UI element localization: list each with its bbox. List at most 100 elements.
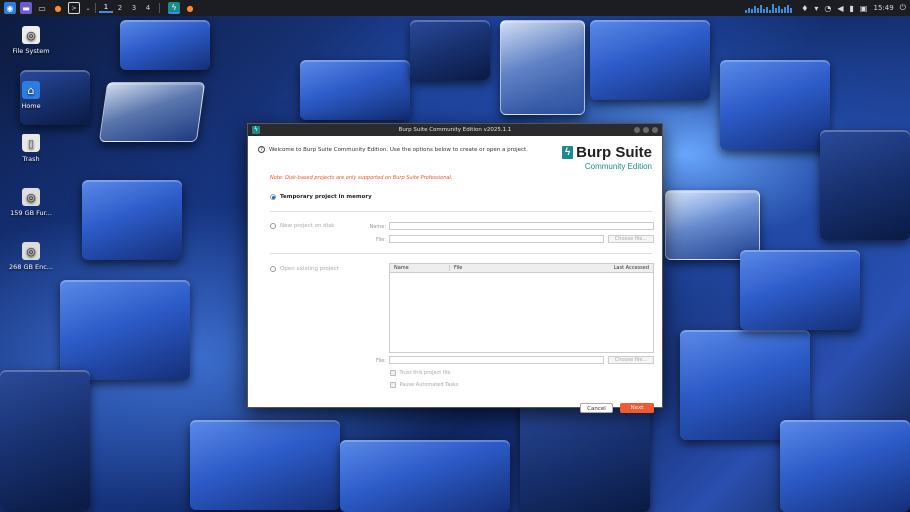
file-label: File: [375, 237, 386, 243]
radio-temporary-project[interactable]: Temporary project in memory [270, 194, 372, 200]
burp-startup-dialog: ϟ Burp Suite Community Edition v2025.1.1… [247, 123, 663, 413]
desktop-item-volume-268[interactable]: ◎ 268 GB Enc... [1, 242, 61, 271]
welcome-text: Welcome to Burp Suite Community Edition.… [269, 146, 528, 153]
taskbar-divider [95, 3, 96, 13]
wallpaper-cube [0, 370, 90, 510]
desktop-item-label: Home [21, 102, 41, 110]
desktop-item-label: File System [12, 47, 50, 55]
radio-dot [270, 223, 276, 229]
notification-icon[interactable]: ♦ [801, 4, 808, 13]
checkbox-label: Pause Automated Tasks [399, 382, 459, 388]
app-menu-icon[interactable]: ◉ [4, 2, 16, 14]
home-folder-icon: ⌂ [22, 81, 40, 99]
column-header-name[interactable]: Name [390, 265, 450, 271]
column-header-last-accessed[interactable]: Last Accessed [603, 265, 653, 271]
battery-icon[interactable]: ▮ [850, 4, 854, 13]
volume-icon[interactable]: ◀ [837, 4, 843, 13]
separator [270, 211, 652, 212]
taskbar-divider [159, 3, 160, 13]
wallpaper-cube [820, 130, 910, 240]
radio-label: Open existing project [280, 266, 339, 272]
wallpaper-cube [740, 250, 860, 330]
table-header: Name File Last Accessed [390, 264, 653, 273]
desktop-icon[interactable]: ▬ [20, 2, 32, 14]
wallpaper-cube [780, 420, 910, 512]
name-label: Name: [369, 224, 386, 230]
wallpaper-cube [82, 180, 182, 260]
desktop-item-label: Trash [22, 155, 40, 163]
radio-open-existing[interactable]: Open existing project [270, 266, 339, 272]
burp-suite-task-icon[interactable]: ϟ [168, 2, 180, 14]
file-label: File: [375, 358, 386, 364]
separator [270, 253, 652, 254]
radio-new-project[interactable]: New project on disk [270, 223, 334, 229]
burp-logo-icon: ϟ [562, 146, 574, 159]
recent-projects-table[interactable]: Name File Last Accessed [389, 263, 654, 353]
drive-icon: ◎ [22, 26, 40, 44]
dialog-titlebar[interactable]: ϟ Burp Suite Community Edition v2025.1.1 [248, 124, 662, 136]
wallpaper-cube [60, 280, 190, 380]
wallpaper-cube [590, 20, 710, 100]
cpu-graph [745, 3, 795, 13]
wallpaper-cube [410, 20, 490, 80]
checkbox-box [390, 370, 396, 376]
desktop-item-label: 268 GB Enc... [8, 263, 54, 271]
workspace-1[interactable]: 1 [99, 3, 113, 13]
help-icon[interactable]: ? [258, 146, 265, 153]
wallpaper-cube [120, 20, 210, 70]
chevron-down-icon[interactable]: ⌄ [84, 2, 92, 14]
radio-dot [270, 266, 276, 272]
pause-tasks-checkbox[interactable]: Pause Automated Tasks [390, 382, 459, 388]
network-icon[interactable]: ▾ [814, 4, 818, 13]
wallpaper-cube [300, 60, 410, 120]
new-project-name-input[interactable] [389, 222, 654, 230]
dialog-title: Burp Suite Community Edition v2025.1.1 [398, 127, 512, 133]
checkbox-label: Trust this project file [399, 370, 451, 376]
open-project-file-input[interactable] [389, 356, 604, 364]
workspace-2[interactable]: 2 [113, 4, 127, 12]
close-button[interactable] [652, 127, 658, 133]
wallpaper-cube [190, 420, 340, 510]
lock-icon[interactable]: ▣ [860, 4, 868, 13]
wallpaper-cube [98, 82, 206, 142]
pro-note: Note: Disk-based projects are only suppo… [270, 175, 453, 181]
column-header-file[interactable]: File [450, 265, 603, 271]
welcome-message: ? Welcome to Burp Suite Community Editio… [258, 146, 528, 153]
bell-icon[interactable]: ◔ [824, 4, 831, 13]
maximize-button[interactable] [643, 127, 649, 133]
desktop-item-file-system[interactable]: ◎ File System [1, 26, 61, 55]
burp-logo: ϟ Burp Suite Community Edition [562, 144, 652, 171]
desktop-item-label: 159 GB Fur... [10, 209, 52, 217]
wallpaper-cube [500, 20, 585, 115]
radio-dot [270, 194, 276, 200]
wallpaper-cube [340, 440, 510, 512]
desktop-item-trash[interactable]: ▯ Trash [1, 134, 61, 163]
folder-icon[interactable]: ▭ [36, 2, 48, 14]
cancel-button[interactable]: Cancel [580, 403, 613, 413]
burp-app-icon: ϟ [252, 126, 260, 134]
power-icon[interactable]: ⏻ [900, 3, 906, 13]
radio-label: New project on disk [280, 223, 335, 229]
desktop-item-home[interactable]: ⌂ Home [1, 81, 61, 110]
wallpaper-cube [720, 60, 830, 150]
new-project-file-input[interactable] [389, 235, 604, 243]
logo-sub-text: Community Edition [584, 162, 652, 171]
minimize-button[interactable] [634, 127, 640, 133]
trust-project-checkbox[interactable]: Trust this project file [390, 370, 450, 376]
system-tray: ♦ ▾ ◔ ◀ ▮ ▣ 15:49 ⏻ [745, 0, 906, 16]
trash-icon: ▯ [22, 134, 40, 152]
terminal-icon[interactable]: > [68, 2, 80, 14]
firefox-icon[interactable]: ● [52, 2, 64, 14]
workspace-3[interactable]: 3 [127, 4, 141, 12]
next-button[interactable]: Next [620, 403, 654, 413]
workspace-4[interactable]: 4 [141, 4, 155, 12]
wallpaper-cube [520, 400, 650, 512]
window-controls [634, 127, 658, 133]
choose-file-button[interactable]: Choose file... [608, 235, 654, 243]
drive-icon: ◎ [22, 242, 40, 260]
checkbox-box [390, 382, 396, 388]
choose-file-button[interactable]: Choose file... [608, 356, 654, 364]
clock[interactable]: 15:49 [873, 4, 893, 12]
desktop-item-volume-159[interactable]: ◎ 159 GB Fur... [1, 188, 61, 217]
firefox-task-icon[interactable]: ● [184, 2, 196, 14]
